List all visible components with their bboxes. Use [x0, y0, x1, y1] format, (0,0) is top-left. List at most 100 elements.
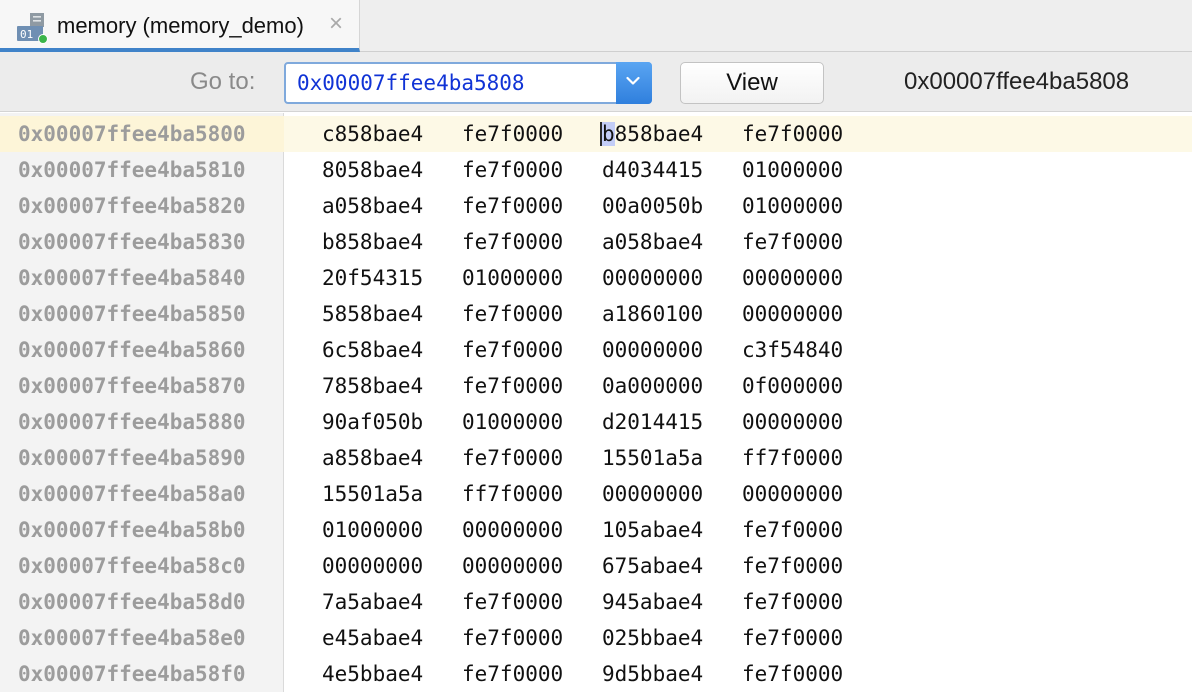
row-address: 0x00007ffee4ba5840 — [18, 266, 246, 290]
memory-word[interactable]: a058bae4 — [602, 230, 703, 254]
memory-row[interactable]: 0x00007ffee4ba5860 6c58bae4 fe7f0000 000000… — [0, 332, 1192, 368]
memory-word[interactable]: 00000000 — [742, 482, 843, 506]
memory-word[interactable]: 8058bae4 — [322, 158, 423, 182]
memory-word[interactable]: fe7f0000 — [462, 446, 563, 470]
memory-word[interactable]: 6c58bae4 — [322, 338, 423, 362]
memory-row[interactable]: 0x00007ffee4ba5810 8058bae4 fe7f0000 d40344… — [0, 152, 1192, 188]
memory-word[interactable]: fe7f0000 — [462, 590, 563, 614]
memory-row[interactable]: 0x00007ffee4ba5820 a058bae4 fe7f0000 00a005… — [0, 188, 1192, 224]
row-address: 0x00007ffee4ba5820 — [18, 194, 246, 218]
row-address: 0x00007ffee4ba58b0 — [18, 518, 246, 542]
row-address: 0x00007ffee4ba5800 — [18, 122, 246, 146]
memory-word[interactable]: d4034415 — [602, 158, 703, 182]
memory-word[interactable]: 00000000 — [742, 266, 843, 290]
memory-row[interactable]: 0x00007ffee4ba5830 b858bae4 fe7f0000 a058ba… — [0, 224, 1192, 260]
goto-history-dropdown-button[interactable] — [616, 62, 652, 104]
memory-word[interactable]: c3f54840 — [742, 338, 843, 362]
memory-word[interactable]: ff7f0000 — [462, 482, 563, 506]
memory-word[interactable]: 5858bae4 — [322, 302, 423, 326]
memory-word[interactable]: fe7f0000 — [462, 374, 563, 398]
close-icon[interactable]: × — [324, 10, 348, 38]
memory-word[interactable]: fe7f0000 — [462, 662, 563, 686]
memory-word[interactable]: 01000000 — [742, 158, 843, 182]
view-button[interactable]: View — [680, 62, 824, 104]
memory-word[interactable]: 00000000 — [742, 410, 843, 434]
memory-row[interactable]: 0x00007ffee4ba58e0 e45abae4 fe7f0000 025bba… — [0, 620, 1192, 656]
memory-word[interactable]: 9d5bbae4 — [602, 662, 703, 686]
memory-word[interactable]: b858bae4 — [322, 230, 423, 254]
memory-word[interactable]: 025bbae4 — [602, 626, 703, 650]
memory-word[interactable]: 01000000 — [322, 518, 423, 542]
memory-word[interactable]: 00000000 — [602, 338, 703, 362]
memory-word[interactable]: 15501a5a — [602, 446, 703, 470]
memory-row[interactable]: 0x00007ffee4ba5870 7858bae4 fe7f0000 0a0000… — [0, 368, 1192, 404]
memory-word[interactable]: 00000000 — [462, 518, 563, 542]
chevron-down-icon — [626, 76, 640, 85]
memory-word[interactable]: 7a5abae4 — [322, 590, 423, 614]
memory-word[interactable]: a058bae4 — [322, 194, 423, 218]
memory-hex-view[interactable]: 0x00007ffee4ba5800 c858bae4 fe7f0000 b858ba… — [0, 113, 1192, 692]
row-address: 0x00007ffee4ba58c0 — [18, 554, 246, 578]
row-address: 0x00007ffee4ba5880 — [18, 410, 246, 434]
memory-row[interactable]: 0x00007ffee4ba5880 90af050b 01000000 d20144… — [0, 404, 1192, 440]
svg-text:01: 01 — [20, 28, 33, 41]
memory-word[interactable]: 105abae4 — [602, 518, 703, 542]
memory-row[interactable]: 0x00007ffee4ba58d0 7a5abae4 fe7f0000 945aba… — [0, 584, 1192, 620]
memory-row[interactable]: 0x00007ffee4ba5800 c858bae4 fe7f0000 b858ba… — [0, 116, 1192, 152]
memory-word[interactable]: 00000000 — [602, 266, 703, 290]
memory-word[interactable]: 0a000000 — [602, 374, 703, 398]
memory-row[interactable]: 0x00007ffee4ba58c0 00000000 00000000 675aba… — [0, 548, 1192, 584]
memory-word[interactable]: 945abae4 — [602, 590, 703, 614]
memory-word[interactable]: a858bae4 — [322, 446, 423, 470]
memory-word[interactable]: fe7f0000 — [742, 122, 843, 146]
memory-word[interactable]: 90af050b — [322, 410, 423, 434]
memory-word[interactable]: 00a0050b — [602, 194, 703, 218]
row-address: 0x00007ffee4ba5850 — [18, 302, 246, 326]
memory-word[interactable]: 00000000 — [602, 482, 703, 506]
memory-word[interactable]: fe7f0000 — [742, 626, 843, 650]
goto-address-combo[interactable] — [284, 62, 652, 104]
tab-memory[interactable]: 01 memory (memory_demo) × — [0, 0, 360, 52]
memory-word[interactable]: 00000000 — [742, 302, 843, 326]
memory-word[interactable]: 0f000000 — [742, 374, 843, 398]
memory-word[interactable]: fe7f0000 — [742, 230, 843, 254]
memory-word[interactable]: 675abae4 — [602, 554, 703, 578]
memory-word[interactable]: 01000000 — [462, 410, 563, 434]
memory-word[interactable]: fe7f0000 — [462, 158, 563, 182]
memory-word[interactable]: fe7f0000 — [462, 338, 563, 362]
row-address: 0x00007ffee4ba58e0 — [18, 626, 246, 650]
memory-word[interactable]: 00000000 — [462, 554, 563, 578]
goto-address-input[interactable] — [286, 64, 616, 102]
memory-word[interactable]: fe7f0000 — [742, 554, 843, 578]
memory-word[interactable]: fe7f0000 — [462, 194, 563, 218]
memory-row[interactable]: 0x00007ffee4ba5890 a858bae4 fe7f0000 15501a… — [0, 440, 1192, 476]
memory-row[interactable]: 0x00007ffee4ba5840 20f54315 01000000 000000… — [0, 260, 1192, 296]
memory-word[interactable]: fe7f0000 — [462, 122, 563, 146]
editor-tab-bar: 01 memory (memory_demo) × — [0, 0, 1192, 52]
memory-word[interactable]: e45abae4 — [322, 626, 423, 650]
memory-word[interactable]: c858bae4 — [322, 122, 423, 146]
memory-word[interactable]: fe7f0000 — [462, 230, 563, 254]
memory-row[interactable]: 0x00007ffee4ba58b0 01000000 00000000 105aba… — [0, 512, 1192, 548]
memory-row[interactable]: 0x00007ffee4ba58a0 15501a5a ff7f0000 000000… — [0, 476, 1192, 512]
memory-row[interactable]: 0x00007ffee4ba5850 5858bae4 fe7f0000 a18601… — [0, 296, 1192, 332]
row-address: 0x00007ffee4ba5830 — [18, 230, 246, 254]
memory-word[interactable]: fe7f0000 — [742, 518, 843, 542]
memory-word[interactable]: 7858bae4 — [322, 374, 423, 398]
memory-word[interactable]: b858bae4 — [600, 122, 703, 146]
memory-word[interactable]: fe7f0000 — [462, 302, 563, 326]
memory-word[interactable]: a1860100 — [602, 302, 703, 326]
memory-word[interactable]: d2014415 — [602, 410, 703, 434]
memory-word[interactable]: 01000000 — [742, 194, 843, 218]
memory-word[interactable]: fe7f0000 — [742, 590, 843, 614]
memory-word[interactable]: 15501a5a — [322, 482, 423, 506]
memory-word[interactable]: 20f54315 — [322, 266, 423, 290]
memory-word[interactable]: fe7f0000 — [742, 662, 843, 686]
memory-word[interactable]: 4e5bbae4 — [322, 662, 423, 686]
memory-word[interactable]: 00000000 — [322, 554, 423, 578]
memory-word[interactable]: fe7f0000 — [462, 626, 563, 650]
memory-row[interactable]: 0x00007ffee4ba58f0 4e5bbae4 fe7f0000 9d5bba… — [0, 656, 1192, 692]
memory-view-icon: 01 — [16, 12, 48, 44]
memory-word[interactable]: 01000000 — [462, 266, 563, 290]
memory-word[interactable]: ff7f0000 — [742, 446, 843, 470]
